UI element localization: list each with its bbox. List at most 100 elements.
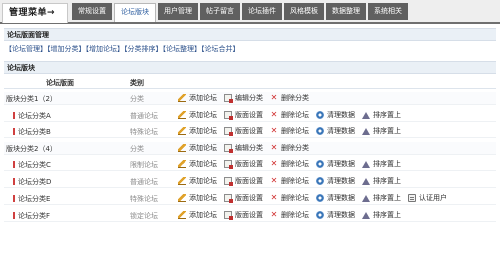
verify-users-button[interactable]: 认证用户 [408, 193, 447, 203]
clean-data-label: 清理数据 [327, 160, 355, 168]
main-tabs: 常规设置 论坛版块 用户管理 帖子留言 论坛插件 风格模板 数据整理 系统相关 [72, 3, 410, 22]
board-settings-button[interactable]: 版面设置 [224, 110, 263, 120]
forum-name-label: 论坛分类F [18, 212, 51, 220]
add-forum-button[interactable]: 添加论坛 [178, 210, 217, 220]
add-forum-button[interactable]: 添加论坛 [178, 159, 217, 169]
add-forum-button[interactable]: 添加论坛 [178, 143, 217, 153]
board-settings-label: 版面设置 [235, 194, 263, 202]
clean-data-button[interactable]: 清理数据 [316, 159, 355, 169]
delete-forum-label: 删除论坛 [281, 211, 309, 219]
delete-category-button[interactable]: 删除分类 [270, 93, 309, 103]
tab-forum-boards[interactable]: 论坛版块 [114, 3, 156, 22]
link-forum-management[interactable]: 【论坛管理】 [5, 45, 47, 53]
tab-posts-messages[interactable]: 帖子留言 [200, 3, 240, 20]
move-top-button[interactable]: 排序置上 [362, 159, 401, 169]
board-settings-button[interactable]: 版面设置 [224, 159, 263, 169]
forum-marker [13, 128, 15, 135]
certificate-icon [408, 194, 416, 202]
delete-icon [270, 111, 278, 119]
forum-marker [13, 178, 15, 185]
tab-style-templates[interactable]: 风格模板 [284, 3, 324, 20]
tab-forum-plugins[interactable]: 论坛插件 [242, 3, 282, 20]
gear-icon [316, 127, 324, 135]
move-top-label: 排序置上 [373, 127, 401, 135]
delete-forum-button[interactable]: 删除论坛 [270, 110, 309, 120]
delete-forum-button[interactable]: 删除论坛 [270, 210, 309, 220]
document-edit-icon [224, 111, 233, 120]
delete-category-button[interactable]: 删除分类 [270, 143, 309, 153]
clean-data-label: 清理数据 [327, 127, 355, 135]
move-top-label: 排序置上 [373, 211, 401, 219]
move-top-label: 排序置上 [373, 111, 401, 119]
add-forum-label: 添加论坛 [189, 94, 217, 102]
tab-data-maintenance[interactable]: 数据整理 [326, 3, 366, 20]
tab-general-settings[interactable]: 常规设置 [72, 3, 112, 20]
move-top-button[interactable]: 排序置上 [362, 110, 401, 120]
pencil-icon [178, 177, 186, 185]
document-edit-icon [224, 177, 233, 186]
delete-forum-label: 删除论坛 [281, 111, 309, 119]
delete-forum-button[interactable]: 删除论坛 [270, 126, 309, 136]
clean-data-button[interactable]: 清理数据 [316, 176, 355, 186]
pencil-icon [178, 94, 186, 102]
delete-icon [270, 211, 278, 219]
board-settings-label: 版面设置 [235, 111, 263, 119]
add-forum-button[interactable]: 添加论坛 [178, 193, 217, 203]
document-edit-icon [224, 127, 233, 136]
gear-icon [316, 111, 324, 119]
delete-forum-button[interactable]: 删除论坛 [270, 193, 309, 203]
board-settings-button[interactable]: 版面设置 [224, 126, 263, 136]
add-forum-button[interactable]: 添加论坛 [178, 126, 217, 136]
clean-data-button[interactable]: 清理数据 [316, 126, 355, 136]
delete-icon [270, 177, 278, 185]
arrow-up-icon [362, 111, 370, 119]
delete-category-label: 删除分类 [281, 94, 309, 102]
move-top-label: 排序置上 [373, 160, 401, 168]
table-row: 论坛分类E 特殊论坛 添加论坛 版面设置 删除论坛 清理数据 排序置上 认证用户 [4, 192, 496, 205]
table-row: 论坛分类C 限制论坛 添加论坛 版面设置 删除论坛 清理数据 排序置上 [4, 158, 496, 171]
board-settings-button[interactable]: 版面设置 [224, 176, 263, 186]
arrow-up-icon [362, 211, 370, 219]
table-header: 论坛版面 类别 [4, 77, 496, 89]
table-row: 版块分类2（4） 分类 添加论坛 编辑分类 删除分类 [4, 142, 496, 155]
row-type: 特殊论坛 [130, 195, 158, 203]
link-merge-forums[interactable]: 【论坛合并】 [201, 45, 240, 53]
board-settings-label: 版面设置 [235, 211, 263, 219]
manage-links: 【论坛管理】【增加分类】【增加论坛】【分类排序】【论坛整理】【论坛合并】 [5, 44, 495, 54]
forum-marker [13, 112, 15, 119]
move-top-button[interactable]: 排序置上 [362, 126, 401, 136]
edit-category-button[interactable]: 编辑分类 [224, 93, 263, 103]
tab-system[interactable]: 系统相关 [368, 3, 408, 20]
tab-user-management[interactable]: 用户管理 [158, 3, 198, 20]
document-edit-icon [224, 194, 233, 203]
document-edit-icon [224, 94, 233, 103]
row-actions: 添加论坛 版面设置 删除论坛 清理数据 排序置上 [178, 159, 408, 169]
table-row: 论坛分类A 普通论坛 添加论坛 版面设置 删除论坛 清理数据 排序置上 [4, 109, 496, 122]
board-settings-button[interactable]: 版面设置 [224, 210, 263, 220]
add-forum-label: 添加论坛 [189, 177, 217, 185]
clean-data-button[interactable]: 清理数据 [316, 110, 355, 120]
board-settings-label: 版面设置 [235, 127, 263, 135]
edit-category-button[interactable]: 编辑分类 [224, 143, 263, 153]
link-sort-categories[interactable]: 【分类排序】 [124, 45, 163, 53]
edit-category-label: 编辑分类 [235, 94, 263, 102]
delete-category-label: 删除分类 [281, 144, 309, 152]
move-top-button[interactable]: 排序置上 [362, 176, 401, 186]
manage-section-title: 论坛版面管理 [4, 28, 496, 41]
category-name: 版块分类2（4） [6, 145, 57, 153]
add-forum-button[interactable]: 添加论坛 [178, 176, 217, 186]
link-add-category[interactable]: 【增加分类】 [47, 45, 86, 53]
delete-forum-button[interactable]: 删除论坛 [270, 176, 309, 186]
link-add-forum[interactable]: 【增加论坛】 [86, 45, 125, 53]
clean-data-button[interactable]: 清理数据 [316, 193, 355, 203]
move-top-button[interactable]: 排序置上 [362, 193, 401, 203]
add-forum-button[interactable]: 添加论坛 [178, 93, 217, 103]
add-forum-button[interactable]: 添加论坛 [178, 110, 217, 120]
forum-name: 论坛分类A [6, 111, 51, 121]
board-settings-label: 版面设置 [235, 160, 263, 168]
move-top-button[interactable]: 排序置上 [362, 210, 401, 220]
board-settings-button[interactable]: 版面设置 [224, 193, 263, 203]
delete-forum-button[interactable]: 删除论坛 [270, 159, 309, 169]
link-tidy-forums[interactable]: 【论坛整理】 [163, 45, 202, 53]
clean-data-button[interactable]: 清理数据 [316, 210, 355, 220]
